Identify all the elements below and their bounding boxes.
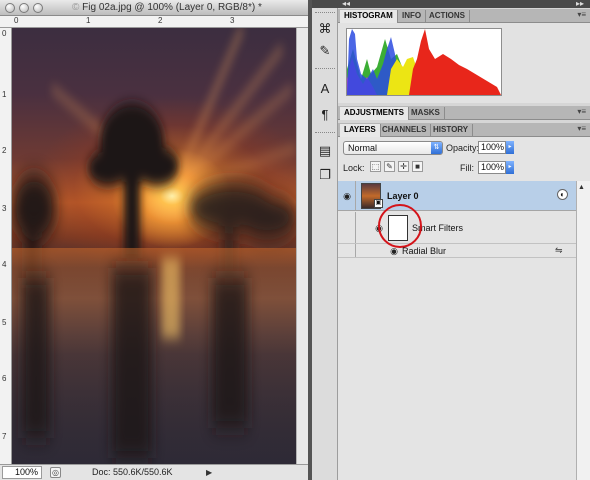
eye-icon[interactable]: ◉ xyxy=(388,245,400,257)
smart-object-badge-icon: ▣ xyxy=(374,199,383,208)
fill-label: Fill: xyxy=(460,163,474,173)
chevron-updown-icon: ⇅ xyxy=(431,142,442,154)
blend-mode-value: Normal xyxy=(348,143,378,153)
lock-row: Lock: ⬚ ✎ ✛ ■ Fill: 100% ▸ xyxy=(338,159,590,177)
ruler-vertical[interactable]: 0 1 2 3 4 5 6 7 xyxy=(0,28,12,464)
collapsed-panel-strip: ⌘ ✎ A ¶ ▤ ❐ xyxy=(312,0,338,480)
notes-icon[interactable]: ▤ xyxy=(316,142,334,160)
lock-position-icon[interactable]: ✛ xyxy=(398,161,409,172)
image-canvas[interactable] xyxy=(12,28,296,464)
ruler-number: 4 xyxy=(2,260,7,269)
ruler-number: 1 xyxy=(2,90,7,99)
ruler-number: 5 xyxy=(2,318,7,327)
layers-scrollbar[interactable] xyxy=(576,181,590,480)
blend-mode-select[interactable]: Normal ⇅ xyxy=(343,141,443,155)
warp-tool-icon[interactable]: ⌘ xyxy=(316,20,334,38)
close-window-button[interactable] xyxy=(5,3,15,13)
doc-title-prefix: © xyxy=(72,2,80,13)
highlight-circle xyxy=(378,204,422,248)
ruler-number: 6 xyxy=(2,374,7,383)
ruler-number: 2 xyxy=(158,16,163,25)
strip-grip[interactable] xyxy=(315,68,335,71)
tab-masks[interactable]: MASKS xyxy=(407,107,445,120)
brush-icon[interactable]: ✎ xyxy=(316,42,334,60)
blending-options-icon[interactable]: ⇋ xyxy=(555,245,563,256)
ruler-number: 0 xyxy=(2,29,7,38)
doc-title-text: Fig 02a.jpg @ 100% (Layer 0, RGB/8*) * xyxy=(82,2,262,13)
minimize-window-button[interactable] xyxy=(19,3,29,13)
panel-menu-icon[interactable]: ▾≡ xyxy=(577,10,586,19)
tab-adjustments[interactable]: ADJUSTMENTS xyxy=(340,107,410,120)
adjustments-tabbar: ADJUSTMENTS MASKS ▾≡ xyxy=(338,106,590,120)
tab-layers[interactable]: LAYERS xyxy=(340,124,381,137)
fill-field[interactable]: 100% xyxy=(478,161,506,174)
ruler-number: 7 xyxy=(2,432,7,441)
lock-label: Lock: xyxy=(343,163,365,173)
histogram-image xyxy=(347,29,501,95)
layers-panel: Normal ⇅ Opacity: 100% ▸ Lock: ⬚ ✎ ✛ ■ Fi… xyxy=(338,137,590,480)
radial-blur-label[interactable]: Radial Blur xyxy=(402,246,446,256)
opacity-label: Opacity: xyxy=(446,143,480,153)
ruler-number: 3 xyxy=(2,204,7,213)
zoom-level-field[interactable]: 100% xyxy=(2,466,42,479)
strip-grip[interactable] xyxy=(315,12,335,15)
status-bar: 100% ◎ Doc: 550.6K/550.6K ▶ xyxy=(0,464,308,480)
document-window: © Fig 02a.jpg @ 100% (Layer 0, RGB/8*) *… xyxy=(0,0,308,480)
collapse-arrows-icon[interactable]: ◂◂ xyxy=(342,0,350,8)
layer-name[interactable]: Layer 0 xyxy=(387,191,419,201)
panel-menu-icon[interactable]: ▾≡ xyxy=(577,107,586,116)
paragraph-icon[interactable]: ¶ xyxy=(316,106,334,124)
expand-arrows-icon[interactable]: ▸▸ xyxy=(576,0,584,8)
copy-icon[interactable]: ❐ xyxy=(316,166,334,184)
opacity-dropdown-icon[interactable]: ▸ xyxy=(506,141,514,154)
strip-grip[interactable] xyxy=(315,132,335,135)
visibility-column xyxy=(338,212,356,243)
tab-info[interactable]: INFO xyxy=(398,10,427,23)
document-title: © Fig 02a.jpg @ 100% (Layer 0, RGB/8*) * xyxy=(72,2,262,13)
lock-transparent-icon[interactable]: ⬚ xyxy=(370,161,381,172)
lock-all-icon[interactable]: ■ xyxy=(412,161,423,172)
visibility-column xyxy=(338,244,356,257)
layer-row[interactable]: ◉ ▣ Layer 0 ◐ xyxy=(338,181,576,211)
document-titlebar[interactable]: © Fig 02a.jpg @ 100% (Layer 0, RGB/8*) * xyxy=(0,0,308,16)
status-menu-arrow-icon[interactable]: ▶ xyxy=(206,468,212,477)
status-info-icon[interactable]: ◎ xyxy=(50,467,61,478)
ruler-horizontal[interactable]: 0 1 2 3 xyxy=(0,16,308,28)
panel-menu-icon[interactable]: ▾≡ xyxy=(577,124,586,133)
smart-filters-row[interactable]: ◉ Smart Filters xyxy=(338,204,576,248)
ruler-number: 1 xyxy=(86,16,91,25)
layer-list: ◉ ▣ Layer 0 ◐ ◉ Smart Filters ◉ Radial B… xyxy=(338,181,576,480)
tab-histogram[interactable]: HISTOGRAM xyxy=(340,10,398,23)
text-character-icon[interactable]: A xyxy=(316,80,334,98)
zoom-window-button[interactable] xyxy=(33,3,43,13)
scroll-up-arrow-icon[interactable]: ▲ xyxy=(578,184,585,191)
canvas-scrollbar[interactable] xyxy=(296,28,308,464)
blend-row: Normal ⇅ Opacity: 100% ▸ xyxy=(338,139,590,157)
eye-icon[interactable]: ◉ xyxy=(341,190,353,202)
ruler-number: 3 xyxy=(230,16,235,25)
panels-dock: HISTOGRAM INFO ACTIONS ▾≡ ADJUSTMENTS MA… xyxy=(338,0,590,480)
ruler-number: 0 xyxy=(14,16,19,25)
histogram-panel xyxy=(338,23,590,103)
sunset-photo xyxy=(12,28,296,464)
tab-channels[interactable]: CHANNELS xyxy=(378,124,432,137)
ruler-number: 2 xyxy=(2,146,7,155)
radial-blur-row[interactable]: ◉ Radial Blur ⇋ xyxy=(338,244,576,258)
visibility-column: ◉ xyxy=(338,181,356,210)
opacity-field[interactable]: 100% xyxy=(478,141,506,154)
panels-header[interactable]: ◂◂ ▸▸ xyxy=(338,0,590,8)
tab-actions[interactable]: ACTIONS xyxy=(425,10,470,23)
layers-tabbar: LAYERS CHANNELS HISTORY ▾≡ xyxy=(338,123,590,137)
document-size-info: Doc: 550.6K/550.6K xyxy=(92,467,173,477)
lock-image-icon[interactable]: ✎ xyxy=(384,161,395,172)
fill-dropdown-icon[interactable]: ▸ xyxy=(506,161,514,174)
smart-filter-indicator-icon[interactable]: ◐ xyxy=(557,189,568,200)
tab-history[interactable]: HISTORY xyxy=(429,124,474,137)
histogram-tabbar: HISTOGRAM INFO ACTIONS ▾≡ xyxy=(338,9,590,23)
histogram-graph xyxy=(346,28,502,96)
strip-header[interactable] xyxy=(312,0,338,8)
